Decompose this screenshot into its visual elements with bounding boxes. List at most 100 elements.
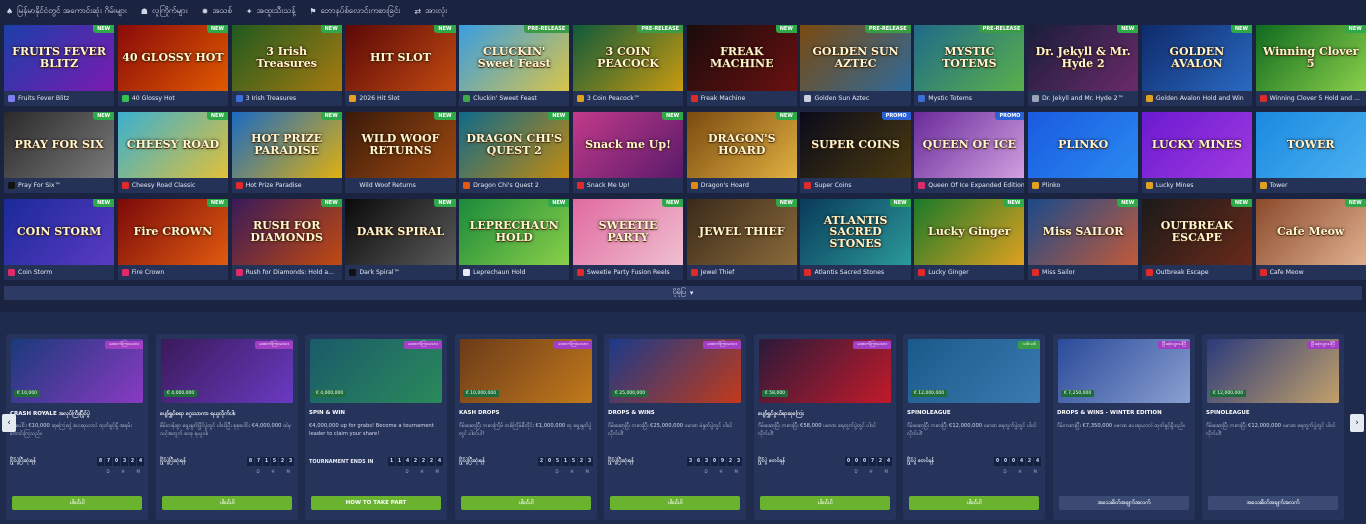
game-tile[interactable]: DARK SPIRAL NEW Dark Spiral™ [345, 199, 456, 280]
promo-card[interactable]: ထောက်ကြာသေား € 4,000,000 SPIN & WIN €4,000,… [305, 334, 447, 520]
game-thumbnail[interactable]: 3 Irish Treasures NEW [231, 25, 342, 91]
game-tile[interactable]: Lucky Ginger NEW Lucky Ginger [914, 199, 1025, 280]
nav-item[interactable]: ✦ အထူးသီးသန့် [246, 5, 295, 17]
game-tile[interactable]: OUTBREAK ESCAPE NEW Outbreak Escape [1141, 199, 1252, 280]
game-tile[interactable]: GOLDEN AVALON NEW Golden Avalon Hold and W… [1141, 25, 1252, 106]
nav-item[interactable]: ♠ မြန်မာနိုင်ငံတွင် အကောင်းဆုံး ဂိမ်းများ [6, 5, 127, 17]
game-thumbnail[interactable]: MYSTIC TOTEMS PRE-RELEASE [914, 25, 1025, 91]
promo-card[interactable]: သစ်သစ် € 12,000,000 SPINOLEAGUE ဂိမ်းဆော့ပြ… [903, 334, 1045, 520]
game-thumbnail[interactable]: PRAY FOR SIX NEW [4, 112, 115, 178]
promo-cta-button[interactable]: ပါဝင်ပါ [162, 496, 292, 510]
game-tile[interactable]: PLINKO Plinko [1028, 112, 1139, 193]
game-thumbnail[interactable]: Dr. Jekyll & Mr. Hyde 2 NEW [1028, 25, 1139, 91]
promo-card[interactable]: ထောက်ကြာသေား € 4,000,000 ပျော်ရွှင်စရာ ဂွေ… [156, 334, 298, 520]
game-tile[interactable]: CHEESY ROAD NEW Cheesy Road Classic [117, 112, 228, 193]
game-thumbnail[interactable]: OUTBREAK ESCAPE NEW [1141, 199, 1252, 265]
game-thumbnail[interactable]: WILD WOOF RETURNS NEW [345, 112, 456, 178]
game-thumbnail[interactable]: PLINKO [1028, 112, 1139, 178]
game-thumbnail[interactable]: 40 GLOSSY HOT NEW [117, 25, 228, 91]
nav-item[interactable]: ☗ လူကြိုက်များ [141, 5, 188, 17]
promo-card[interactable]: ထောက်ကြာသေား € 10,000 CRASH ROYALE အလုပ်ကြ… [6, 334, 148, 520]
promo-card[interactable]: ပြီးဆုံးသွားပါပြီ € 7,250,000 DROPS & WINS… [1053, 334, 1195, 520]
promo-cta-button[interactable]: ပါဝင်ပါ [909, 496, 1039, 510]
game-thumbnail[interactable]: COIN STORM NEW [4, 199, 115, 265]
game-tile[interactable]: FREAK MACHINE NEW Freak Machine [686, 25, 797, 106]
promo-cta-button[interactable]: HOW TO TAKE PART [311, 496, 441, 510]
game-tile[interactable]: GOLDEN SUN AZTEC PRE-RELEASE Golden Sun Az… [800, 25, 911, 106]
game-tile[interactable]: 3 Irish Treasures NEW 3 Irish Treasures [231, 25, 342, 106]
game-tile[interactable]: RUSH FOR DIAMONDS NEW Rush for Diamonds: H… [231, 199, 342, 280]
game-thumbnail[interactable]: HOT PRIZE PARADISE NEW [231, 112, 342, 178]
game-thumbnail[interactable]: Snack me Up! NEW [572, 112, 684, 178]
game-tile[interactable]: COIN STORM NEW Coin Storm [4, 199, 115, 280]
game-thumbnail[interactable]: DRAGON'S HOARD NEW [686, 112, 797, 178]
game-thumbnail[interactable]: DRAGON CHI'S QUEST 2 NEW [459, 112, 570, 178]
game-thumbnail[interactable]: 3 COIN PEACOCK PRE-RELEASE [572, 25, 684, 91]
game-thumbnail[interactable]: LEPRECHAUN HOLD NEW [459, 199, 570, 265]
game-thumbnail[interactable]: Fire CROWN NEW [117, 199, 228, 265]
promo-cta-button[interactable]: အသေးစိတ်အချက်အလက် [1208, 496, 1338, 510]
game-thumbnail[interactable]: SUPER COINS PROMO [800, 112, 911, 178]
nav-item[interactable]: ✹ အသစ် [202, 5, 232, 17]
game-tile[interactable]: LUCKY MINES Lucky Mines [1141, 112, 1252, 193]
game-tile[interactable]: Fire CROWN NEW Fire Crown [117, 199, 228, 280]
game-thumbnail[interactable]: DARK SPIRAL NEW [345, 199, 456, 265]
game-tile[interactable]: MYSTIC TOTEMS PRE-RELEASE Mystic Totems [914, 25, 1025, 106]
promo-card[interactable]: ထောက်ကြာသေား € 25,000,000 DROPS & WINS ဂိမ်… [604, 334, 746, 520]
game-caption: Golden Avalon Hold and Win [1142, 91, 1252, 106]
game-tile[interactable]: DRAGON'S HOARD NEW Dragon's Hoard [686, 112, 797, 193]
game-tile[interactable]: HIT SLOT NEW 2026 Hit Slot [345, 25, 456, 106]
game-thumbnail[interactable]: Miss SAILOR NEW [1028, 199, 1139, 265]
promo-cta-button[interactable]: အသေးစိတ်အချက်အလက် [1059, 496, 1189, 510]
game-thumbnail[interactable]: JEWEL THIEF NEW [686, 199, 797, 265]
game-tile[interactable]: TOWER Tower [1255, 112, 1366, 193]
game-thumbnail[interactable]: QUEEN OF ICE PROMO [914, 112, 1025, 178]
game-tile[interactable]: Dr. Jekyll & Mr. Hyde 2 NEW Dr. Jekyll and… [1028, 25, 1139, 106]
game-tile[interactable]: WILD WOOF RETURNS NEW Wild Woof Returns [345, 112, 456, 193]
game-tile[interactable]: ATLANTIS SACRED STONES NEW Atlantis Sacred… [800, 199, 911, 280]
game-tile[interactable]: QUEEN OF ICE PROMO Queen Of Ice Expanded E… [914, 112, 1025, 193]
promo-cta-button[interactable]: ပါဝင်ပါ [760, 496, 890, 510]
game-tile[interactable]: PRAY FOR SIX NEW Pray For Six™ [4, 112, 115, 193]
carousel-prev-arrow[interactable]: ‹ [2, 414, 16, 432]
game-tile[interactable]: SWEETIE PARTY NEW Sweetie Party Fusion Ree… [572, 199, 684, 280]
promo-card[interactable]: ထောက်ကြာသေား € 58,000 ပျော်ရွှင်ဖွယ်ရာဆုကြ… [754, 334, 896, 520]
game-tile[interactable]: FRUITS FEVER BLITZ NEW Fruits Fever Blitz [4, 25, 115, 106]
game-thumbnail[interactable]: FRUITS FEVER BLITZ NEW [4, 25, 115, 91]
game-thumbnail[interactable]: Lucky Ginger NEW [914, 199, 1025, 265]
game-tile[interactable]: 3 COIN PEACOCK PRE-RELEASE 3 Coin Peacock™ [572, 25, 684, 106]
promo-cta-button[interactable]: ပါဝင်ပါ [12, 496, 142, 510]
game-thumbnail[interactable]: ATLANTIS SACRED STONES NEW [800, 199, 911, 265]
game-thumbnail[interactable]: Winning Clover 5 NEW [1255, 25, 1366, 91]
game-thumbnail[interactable]: Cafe Meow NEW [1255, 199, 1366, 265]
carousel-next-arrow[interactable]: › [1350, 414, 1364, 432]
game-tile[interactable]: JEWEL THIEF NEW Jewel Thief [686, 199, 797, 280]
game-tile[interactable]: 40 GLOSSY HOT NEW 40 Glossy Hot [117, 25, 228, 106]
game-thumbnail[interactable]: GOLDEN SUN AZTEC PRE-RELEASE [800, 25, 911, 91]
nav-item[interactable]: ⇄ အားလုံး [414, 5, 447, 17]
game-tile[interactable]: CLUCKIN' Sweet Feast PRE-RELEASE Cluckin' … [459, 25, 570, 106]
promo-cta-button[interactable]: ပါဝင်ပါ [461, 496, 591, 510]
game-tile[interactable]: LEPRECHAUN HOLD NEW Leprechaun Hold [459, 199, 570, 280]
game-tile[interactable]: HOT PRIZE PARADISE NEW Hot Prize Paradise [231, 112, 342, 193]
game-thumbnail[interactable]: RUSH FOR DIAMONDS NEW [231, 199, 342, 265]
game-tile[interactable]: Snack me Up! NEW Snack Me Up! [572, 112, 684, 193]
game-tile[interactable]: Cafe Meow NEW Cafe Meow [1255, 199, 1366, 280]
game-thumbnail[interactable]: CHEESY ROAD NEW [117, 112, 228, 178]
show-more-button[interactable]: ပိုမိုပြ ▾ [4, 286, 1362, 300]
promo-card[interactable]: ပြီးဆုံးသွားပါပြီ € 12,000,000 SPINOLEAGUE… [1202, 334, 1344, 520]
promo-cta-button[interactable]: ပါဝင်ပါ [610, 496, 740, 510]
game-thumbnail[interactable]: HIT SLOT NEW [345, 25, 456, 91]
nav-item[interactable]: ⚑ ဘောနပ်စ်လောင်းကစားခြင်း [309, 5, 400, 17]
game-tile[interactable]: DRAGON CHI'S QUEST 2 NEW Dragon Chi's Ques… [459, 112, 570, 193]
game-tile[interactable]: Winning Clover 5 NEW Winning Clover 5 Hold… [1255, 25, 1366, 106]
game-thumbnail[interactable]: LUCKY MINES [1141, 112, 1252, 178]
game-thumbnail[interactable]: GOLDEN AVALON NEW [1141, 25, 1252, 91]
game-thumbnail[interactable]: SWEETIE PARTY NEW [572, 199, 684, 265]
game-tile[interactable]: SUPER COINS PROMO Super Coins [800, 112, 911, 193]
game-thumbnail[interactable]: CLUCKIN' Sweet Feast PRE-RELEASE [459, 25, 570, 91]
game-thumbnail[interactable]: TOWER [1255, 112, 1366, 178]
game-tile[interactable]: Miss SAILOR NEW Miss Sailor [1028, 199, 1139, 280]
game-thumbnail[interactable]: FREAK MACHINE NEW [686, 25, 797, 91]
promo-card[interactable]: ထောက်ကြာသေား € 10,000,000 KASH DROPS ဂိမ်းဆ… [455, 334, 597, 520]
